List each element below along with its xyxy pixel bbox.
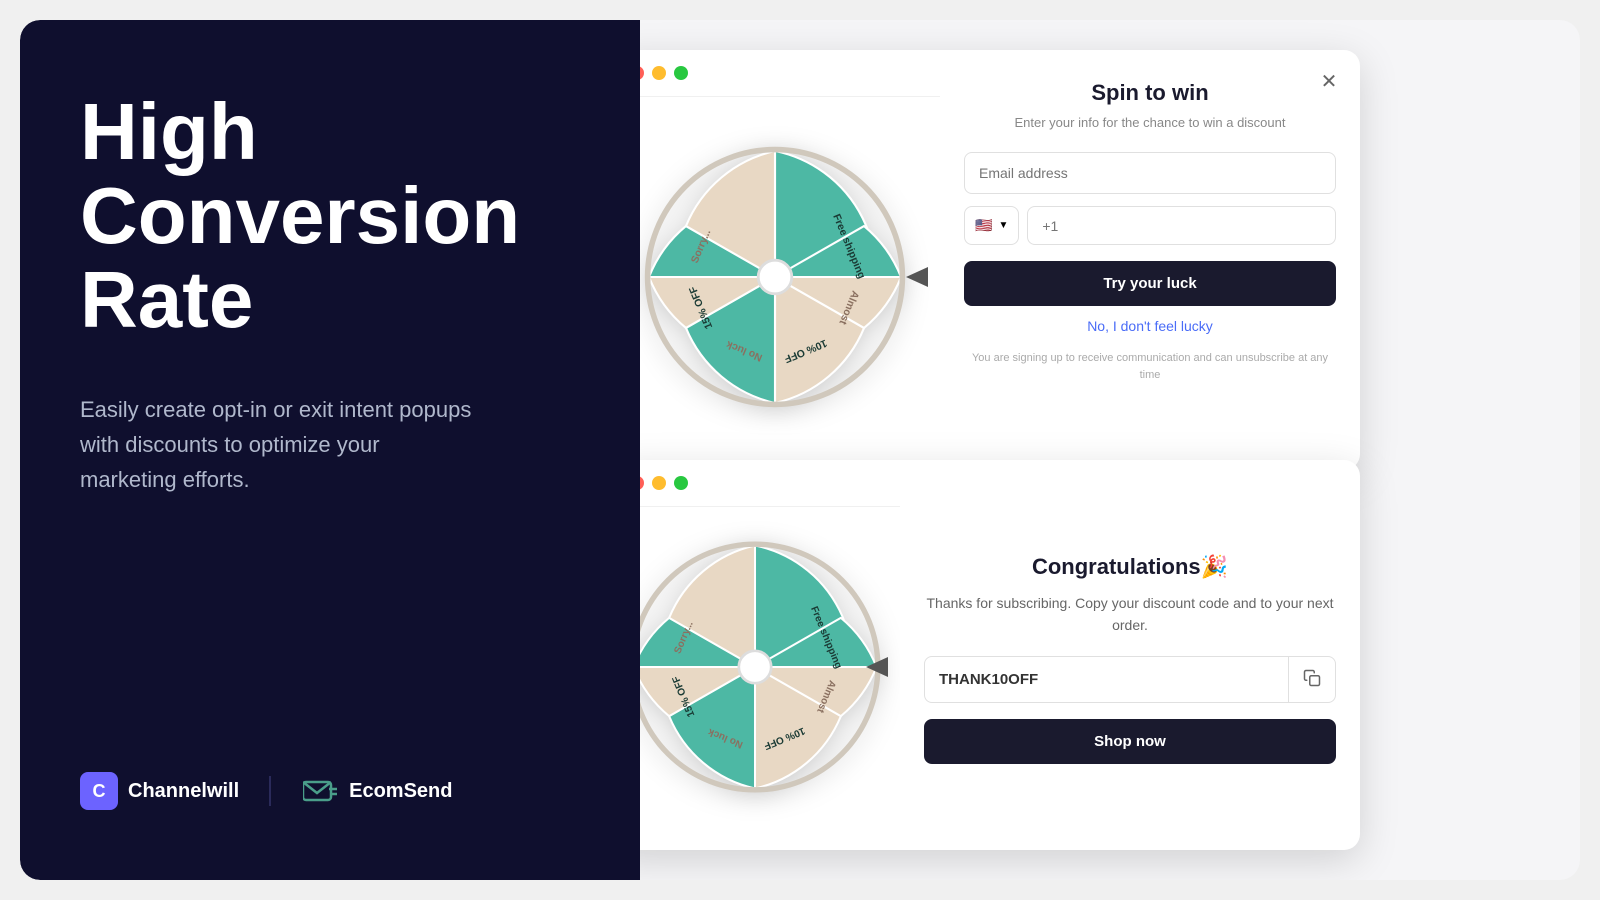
discount-code: THANK10OFF xyxy=(925,659,1288,700)
dot-yellow xyxy=(652,66,666,80)
wheel-section-bottom: Free shipping Almost 10% OFF No luck 15%… xyxy=(640,460,900,850)
wheel-pointer-bottom xyxy=(866,657,888,677)
wheel-pointer-top xyxy=(906,267,928,287)
brand-divider xyxy=(269,776,271,806)
ecomsend-icon xyxy=(301,772,339,810)
discount-row: THANK10OFF xyxy=(924,656,1336,703)
copy-button[interactable] xyxy=(1288,657,1335,702)
chevron-down-icon: ▼ xyxy=(998,220,1008,231)
channelwill-brand: C Channelwill xyxy=(80,772,239,810)
flag-select[interactable]: 🇺🇸 ▼ xyxy=(964,206,1019,245)
flag-emoji: 🇺🇸 xyxy=(975,217,992,234)
wheel-container-bottom: Free shipping Almost 10% OFF No luck 15%… xyxy=(640,507,900,827)
wheel-svg-bottom: Free shipping Almost 10% OFF No luck 15%… xyxy=(640,527,890,807)
popup-subtitle: Enter your info for the chance to win a … xyxy=(964,114,1336,132)
congrats-title: Congratulations🎉 xyxy=(1032,554,1228,580)
ecomsend-label: EcomSend xyxy=(349,780,452,803)
main-container: High Conversion Rate Easily create opt-i… xyxy=(20,20,1580,880)
wheel-svg-top: Free shipping Almost 10% OFF No luck 15%… xyxy=(640,137,915,417)
try-luck-button[interactable]: Try your luck xyxy=(964,261,1336,306)
ecomsend-brand: EcomSend xyxy=(301,772,452,810)
channelwill-label: Channelwill xyxy=(128,780,239,803)
phone-row: 🇺🇸 ▼ xyxy=(964,206,1336,245)
window-controls-bottom xyxy=(640,460,900,507)
dot-yellow-2 xyxy=(652,476,666,490)
brand-logos: C Channelwill EcomSend xyxy=(80,772,580,810)
disclaimer-text: You are signing up to receive communicat… xyxy=(964,350,1336,383)
dot-red-2 xyxy=(640,476,644,490)
email-input[interactable] xyxy=(964,152,1336,194)
popup-top: Free shipping Almost 10% OFF No luck 15%… xyxy=(640,50,1360,470)
dot-red xyxy=(640,66,644,80)
dot-green xyxy=(674,66,688,80)
popup-bottom: Free shipping Almost 10% OFF No luck 15%… xyxy=(640,460,1360,850)
right-panel: Free shipping Almost 10% OFF No luck 15%… xyxy=(640,20,1580,880)
channelwill-icon: C xyxy=(80,772,118,810)
hero-title: High Conversion Rate xyxy=(80,90,580,342)
copy-icon xyxy=(1303,669,1321,687)
phone-input[interactable] xyxy=(1027,206,1336,245)
window-controls-top xyxy=(640,50,940,97)
congrats-text: Thanks for subscribing. Copy your discou… xyxy=(924,592,1336,637)
congrats-section: Congratulations🎉 Thanks for subscribing.… xyxy=(900,460,1360,850)
shop-now-button[interactable]: Shop now xyxy=(924,719,1336,764)
close-button-top[interactable]: ✕ xyxy=(1314,66,1344,96)
wheel-section-top: Free shipping Almost 10% OFF No luck 15%… xyxy=(640,50,940,470)
dot-green-2 xyxy=(674,476,688,490)
hero-subtitle: Easily create opt-in or exit intent popu… xyxy=(80,392,480,498)
wheel-container-top: Free shipping Almost 10% OFF No luck 15%… xyxy=(640,97,940,457)
popup-title: Spin to win xyxy=(964,80,1336,106)
left-panel: High Conversion Rate Easily create opt-i… xyxy=(20,20,640,880)
left-content: High Conversion Rate Easily create opt-i… xyxy=(80,90,580,498)
no-luck-link[interactable]: No, I don't feel lucky xyxy=(964,318,1336,334)
form-section-top: ✕ Spin to win Enter your info for the ch… xyxy=(940,50,1360,470)
